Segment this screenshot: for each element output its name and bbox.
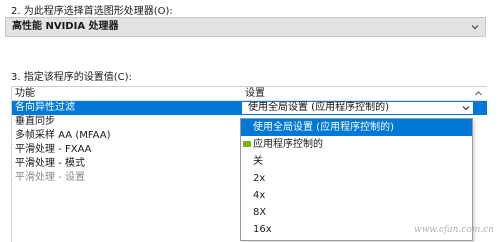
column-header-feature: 功能 bbox=[15, 88, 35, 99]
column-header-setting: 设置 bbox=[245, 88, 265, 99]
program-settings-label: 3. 指定该程序的设置值(C): bbox=[11, 72, 132, 83]
feature-name: 平滑处理 - FXAA bbox=[15, 144, 92, 155]
option-application-controlled[interactable]: 应用程序控制的 bbox=[241, 136, 472, 153]
setting-value-select[interactable]: 使用全局设置 (应用程序控制的) bbox=[241, 101, 474, 115]
graphics-processor-select[interactable]: 高性能 NVIDIA 处理器 bbox=[5, 17, 486, 37]
setting-value: 使用全局设置 (应用程序控制的) bbox=[248, 102, 389, 113]
option-label: 应用程序控制的 bbox=[253, 139, 323, 150]
nvidia-icon bbox=[243, 141, 251, 147]
option-2x[interactable]: 2x bbox=[241, 170, 472, 187]
grid-row-anisotropic-filtering[interactable]: 各向异性过滤 使用全局设置 (应用程序控制的) bbox=[12, 101, 487, 115]
feature-name: 垂直同步 bbox=[15, 116, 55, 127]
chevron-down-icon bbox=[462, 106, 470, 111]
preferred-gpu-label: 2. 为此程序选择首选图形处理器(O): bbox=[11, 6, 173, 17]
chevron-down-icon bbox=[471, 25, 479, 30]
feature-name: 多帧采样 AA (MFAA) bbox=[15, 130, 111, 141]
scroll-up-icon[interactable] bbox=[474, 89, 483, 98]
option-4x[interactable]: 4x bbox=[241, 187, 472, 204]
grid-header: 功能 设置 bbox=[12, 87, 487, 101]
feature-name: 平滑处理 - 模式 bbox=[15, 158, 85, 169]
graphics-processor-value: 高性能 NVIDIA 处理器 bbox=[12, 21, 119, 32]
feature-name: 各向异性过滤 bbox=[15, 102, 75, 113]
option-8x[interactable]: 8X bbox=[241, 204, 472, 221]
feature-name: 平滑处理 - 设置 bbox=[15, 172, 85, 183]
setting-options-dropdown: 使用全局设置 (应用程序控制的) 应用程序控制的 关 2x 4x 8X 16x bbox=[240, 118, 473, 241]
option-global-setting[interactable]: 使用全局设置 (应用程序控制的) bbox=[241, 119, 472, 136]
option-off[interactable]: 关 bbox=[241, 153, 472, 170]
watermark: www.cfan.com.cn bbox=[414, 225, 494, 235]
